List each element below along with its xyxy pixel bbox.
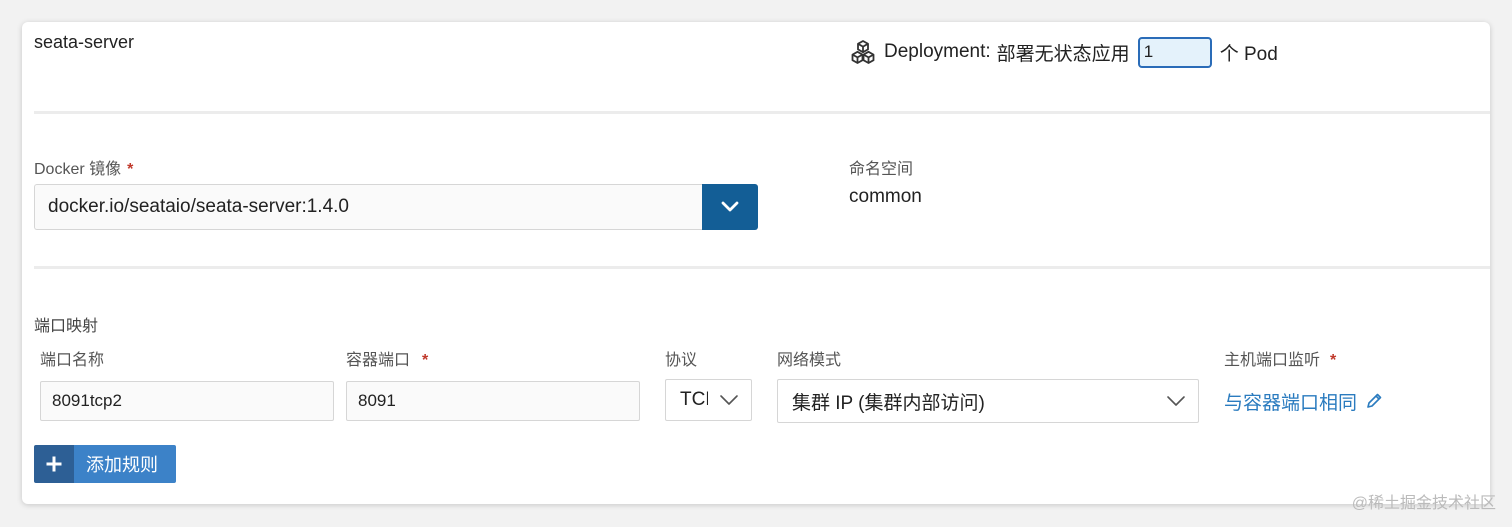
workload-card: seata-server Deployment: 部署无状态应用 个 Pod D…	[22, 22, 1490, 504]
chevron-down-icon	[720, 395, 738, 405]
deployment-row: Deployment: 部署无状态应用 个 Pod	[850, 36, 1278, 68]
image-label: Docker 镜像	[34, 161, 122, 178]
image-select[interactable]: docker.io/seataio/seata-server:1.4.0	[34, 184, 758, 230]
add-rule-button[interactable]: 添加规则	[34, 445, 176, 483]
namespace-label: 命名空间	[849, 161, 914, 178]
plus-icon	[34, 445, 74, 483]
network-mode-select[interactable]: 集群 IP (集群内部访问)	[777, 379, 1199, 423]
host-port-value[interactable]: 与容器端口相同	[1224, 388, 1357, 415]
image-label-row: Docker 镜像 *	[34, 155, 133, 179]
host-port-header: 主机端口监听	[1224, 352, 1321, 369]
image-value[interactable]: docker.io/seataio/seata-server:1.4.0	[34, 184, 702, 230]
protocol-value: TCP	[680, 389, 708, 410]
namespace-value: common	[849, 186, 922, 207]
required-mark: *	[1330, 352, 1337, 369]
pencil-icon[interactable]	[1365, 392, 1383, 410]
divider	[34, 111, 1490, 114]
container-port-header-row: 容器端口 *	[346, 346, 428, 370]
required-mark: *	[127, 161, 134, 178]
watermark: @稀土掘金技术社区	[1351, 495, 1496, 512]
deployment-type-label: Deployment:	[884, 41, 991, 62]
workload-name: seata-server	[34, 32, 135, 52]
divider	[34, 266, 1490, 269]
chevron-down-icon	[1167, 396, 1185, 406]
port-name-header: 端口名称	[40, 352, 105, 369]
host-port-same-link[interactable]: 与容器端口相同	[1224, 388, 1383, 414]
required-mark: *	[422, 352, 429, 369]
image-dropdown-button[interactable]	[702, 184, 758, 230]
chevron-down-icon	[721, 201, 739, 212]
replicas-input[interactable]	[1137, 36, 1212, 68]
container-port-input[interactable]: 8091	[346, 381, 640, 421]
add-rule-label: 添加规则	[74, 445, 176, 483]
replicas-suffix: 个 Pod	[1219, 43, 1278, 65]
port-name-input[interactable]: 8091tcp2	[40, 381, 334, 421]
protocol-header: 协议	[665, 352, 698, 369]
protocol-select[interactable]: TCP	[665, 379, 752, 421]
network-mode-value: 集群 IP (集群内部访问)	[792, 392, 985, 414]
port-mapping-title: 端口映射	[34, 318, 99, 335]
host-port-header-row: 主机端口监听 *	[1224, 346, 1336, 370]
network-mode-header: 网络模式	[777, 352, 842, 369]
deployment-type-desc: 部署无状态应用	[996, 43, 1130, 65]
cubes-icon	[851, 40, 875, 64]
container-port-header: 容器端口	[346, 352, 411, 369]
